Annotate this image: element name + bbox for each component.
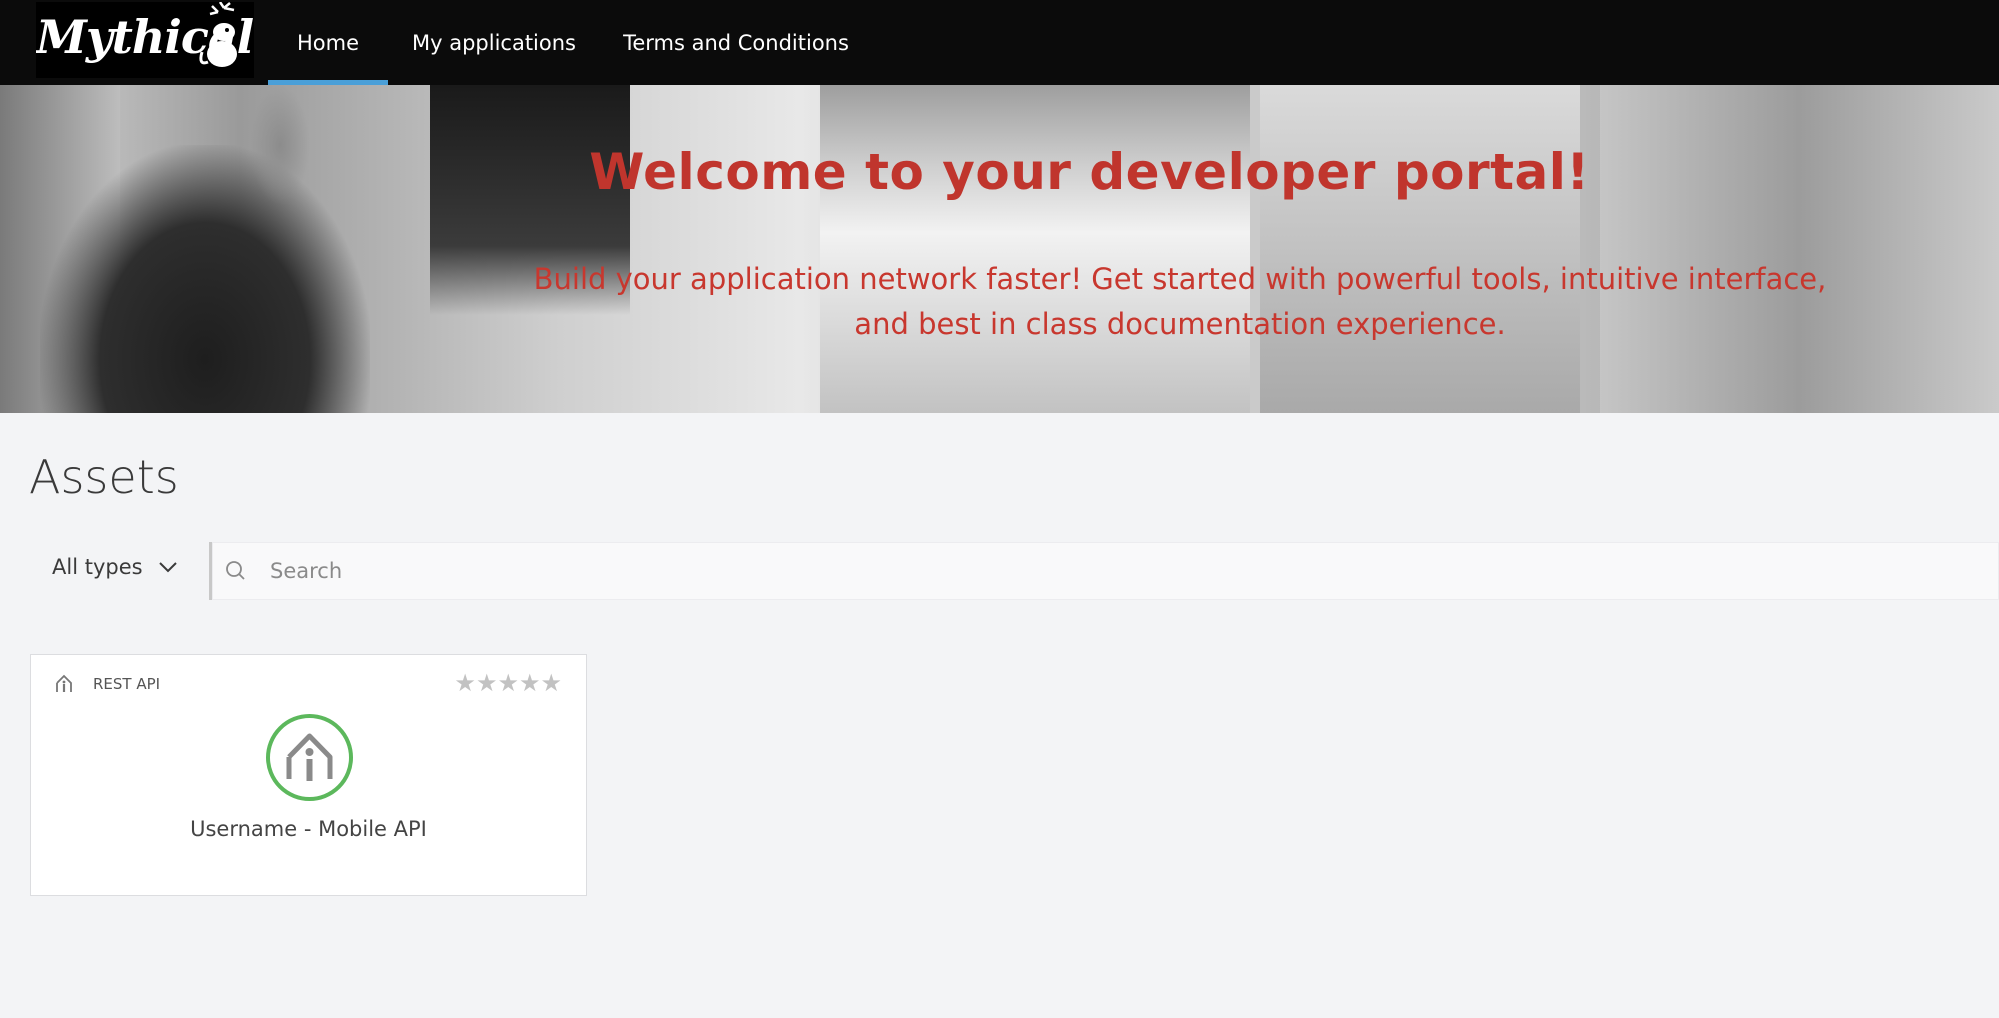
top-navbar: Mythical Home My applications Terms and …	[0, 0, 1999, 85]
nav-home-label: Home	[296, 30, 359, 55]
nav-terms-and-conditions[interactable]: Terms and Conditions	[612, 0, 860, 85]
hero-photo-racks	[1260, 85, 1580, 413]
rating-stars: ★★★★★	[454, 669, 562, 697]
type-filter-dropdown[interactable]: All types	[52, 555, 177, 579]
nav-home[interactable]: Home	[268, 0, 388, 85]
nav-my-applications-label: My applications	[411, 30, 576, 55]
dragon-logo-icon	[199, 2, 237, 67]
search-bar	[212, 542, 1999, 600]
search-icon	[226, 561, 245, 580]
hero-title: Welcome to your developer portal!	[589, 143, 1590, 201]
search-input[interactable]	[270, 543, 1970, 599]
hero-photo-right	[1600, 85, 1999, 413]
asset-type-label: REST API	[93, 675, 161, 693]
brand-logo[interactable]: Mythical	[36, 2, 254, 78]
api-icon	[56, 674, 72, 692]
hero-photo-corridor	[820, 85, 1250, 413]
chevron-down-icon	[158, 562, 177, 573]
type-filter-label: All types	[52, 555, 143, 579]
hero-subtitle: Build your application network faster! G…	[533, 262, 1827, 341]
hero-banner: Welcome to your developer portal! Build …	[0, 85, 1999, 413]
api-badge-icon	[266, 714, 353, 801]
nav-terms-label: Terms and Conditions	[623, 30, 849, 55]
assets-heading: Assets	[29, 450, 179, 504]
asset-name: Username - Mobile API	[190, 817, 427, 841]
asset-card[interactable]: REST API ★★★★★ Username - Mobile API	[30, 654, 587, 896]
nav-my-applications[interactable]: My applications	[402, 0, 586, 85]
